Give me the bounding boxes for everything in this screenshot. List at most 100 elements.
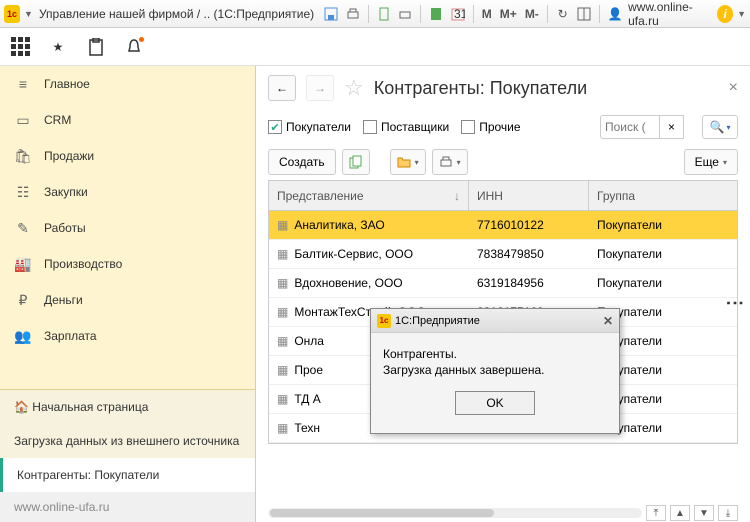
calendar-icon[interactable]: 31 bbox=[449, 4, 467, 24]
sidebar-item[interactable]: 🏭 Производство bbox=[0, 246, 255, 282]
calc-icon[interactable] bbox=[427, 4, 445, 24]
footer-url: www.online-ufa.ru bbox=[0, 492, 255, 522]
app-menu-dropdown[interactable]: ▼ bbox=[24, 9, 33, 19]
scroll-down-icon[interactable]: ▼ bbox=[694, 505, 714, 521]
back-button[interactable]: ← bbox=[268, 75, 296, 101]
filter-checkbox[interactable]: Прочие bbox=[461, 120, 520, 134]
folder-button[interactable]: ▾ bbox=[390, 149, 426, 175]
filter-checkbox[interactable]: ✔ Покупатели bbox=[268, 120, 351, 134]
nav-label: Производство bbox=[44, 257, 122, 271]
modal-ok-button[interactable]: OK bbox=[455, 391, 535, 415]
star-icon[interactable]: ★ bbox=[46, 35, 70, 59]
filter-label: Поставщики bbox=[381, 120, 449, 134]
memory-m[interactable]: M bbox=[480, 7, 494, 21]
nav-label: Деньги bbox=[44, 293, 83, 307]
nav-icon: ₽ bbox=[14, 292, 32, 309]
doc-icon[interactable] bbox=[375, 4, 393, 24]
sidebar: ≡ Главное ▭CRM🛍Продажи☷Закупки✎Работы 🏭 Прои… bbox=[0, 66, 256, 522]
app-logo-icon: 1c bbox=[4, 5, 20, 23]
print-button[interactable]: ▾ bbox=[432, 149, 468, 175]
row-name: Балтик-Сервис, ООО bbox=[294, 247, 413, 261]
col-group[interactable]: Группа bbox=[589, 181, 737, 210]
print2-icon[interactable] bbox=[397, 4, 415, 24]
sidebar-item[interactable]: ✎Работы bbox=[0, 210, 255, 246]
modal-text-2: Загрузка данных завершена. bbox=[383, 363, 607, 377]
copy-button[interactable] bbox=[342, 149, 370, 175]
table-row[interactable]: ▦Аналитика, ЗАО7716010122Покупатели bbox=[269, 211, 737, 240]
row-group: Покупатели bbox=[589, 276, 737, 290]
nav-icon: ≡ bbox=[14, 76, 32, 92]
checkbox-icon bbox=[363, 120, 377, 134]
row-icon: ▦ bbox=[277, 276, 288, 290]
forward-button[interactable]: → bbox=[306, 75, 334, 101]
row-icon: ▦ bbox=[277, 334, 288, 348]
create-button[interactable]: Создать bbox=[268, 149, 336, 175]
search-button[interactable]: 🔍 ▾ bbox=[702, 115, 738, 139]
apps-icon[interactable] bbox=[8, 35, 32, 59]
sidebar-item[interactable]: 👥Зарплата bbox=[0, 318, 255, 354]
nav-icon: ▭ bbox=[14, 112, 32, 129]
row-name: Аналитика, ЗАО bbox=[294, 218, 384, 232]
scroll-top-icon[interactable]: ⤒ bbox=[646, 505, 666, 521]
table-row[interactable]: ▦Балтик-Сервис, ООО7838479850Покупатели bbox=[269, 240, 737, 269]
nav-icon: ✎ bbox=[14, 220, 32, 237]
search-clear-button[interactable]: × bbox=[660, 115, 684, 139]
bottom-nav-item[interactable]: 🏠 Начальная страница bbox=[0, 390, 255, 424]
bottom-nav-item[interactable]: Загрузка данных из внешнего источника bbox=[0, 424, 255, 458]
refresh-icon[interactable]: ↻ bbox=[554, 4, 572, 24]
filter-label: Прочие bbox=[479, 120, 520, 134]
filter-label: Покупатели bbox=[286, 120, 351, 134]
modal-text-1: Контрагенты. bbox=[383, 347, 607, 361]
row-inn: 6319184956 bbox=[469, 276, 589, 290]
bell-icon[interactable] bbox=[122, 35, 146, 59]
user-icon[interactable]: 👤 bbox=[606, 4, 624, 24]
side-menu-icon[interactable]: ⋮ bbox=[724, 294, 746, 312]
sidebar-item[interactable]: ☷Закупки bbox=[0, 174, 255, 210]
filter-checkbox[interactable]: Поставщики bbox=[363, 120, 449, 134]
user-url: www.online-ufa.ru bbox=[628, 0, 713, 28]
window-title: Управление нашей фирмой / .. (1С:Предпри… bbox=[39, 7, 314, 21]
scrollbar[interactable]: ⤒ ▲ ▼ ⤓ bbox=[256, 504, 750, 522]
panel-icon[interactable] bbox=[576, 4, 594, 24]
scroll-bottom-icon[interactable]: ⤓ bbox=[718, 505, 738, 521]
clipboard-icon[interactable] bbox=[84, 35, 108, 59]
sidebar-item[interactable]: 🛍Продажи bbox=[0, 138, 255, 174]
print-icon[interactable] bbox=[344, 4, 362, 24]
info-dropdown[interactable]: ▼ bbox=[737, 9, 746, 19]
bottom-nav-item[interactable]: Контрагенты: Покупатели bbox=[0, 458, 255, 492]
favorite-icon[interactable]: ☆ bbox=[344, 75, 364, 101]
nav-icon: 🛍 bbox=[14, 148, 32, 165]
sidebar-item[interactable]: ▭CRM bbox=[0, 102, 255, 138]
memory-mminus[interactable]: M- bbox=[523, 7, 541, 21]
nav-label: Главное bbox=[44, 77, 90, 91]
main: ← → ☆ Контрагенты: Покупатели × ✔ Покупат… bbox=[256, 66, 750, 522]
sidebar-item[interactable]: ₽ Деньги bbox=[0, 282, 255, 318]
col-name[interactable]: Представление↓ bbox=[269, 181, 469, 210]
row-name: Вдохновение, ООО bbox=[294, 276, 402, 290]
modal-close-icon[interactable]: ✕ bbox=[603, 314, 613, 328]
row-inn: 7716010122 bbox=[469, 218, 589, 232]
more-button[interactable]: Еще▾ bbox=[684, 149, 738, 175]
row-icon: ▦ bbox=[277, 363, 288, 377]
info-icon[interactable]: i bbox=[717, 5, 733, 23]
memory-mplus[interactable]: M+ bbox=[498, 7, 519, 21]
scroll-up-icon[interactable]: ▲ bbox=[670, 505, 690, 521]
svg-text:31: 31 bbox=[454, 7, 465, 21]
checkbox-icon: ✔ bbox=[268, 120, 282, 134]
table-row[interactable]: ▦ Вдохновение, ООО 6319184956Покупатели bbox=[269, 269, 737, 298]
row-name: ТД А bbox=[294, 392, 320, 406]
save-icon[interactable] bbox=[322, 4, 340, 24]
nav-icon: 👥 bbox=[14, 328, 32, 345]
close-icon[interactable]: × bbox=[729, 79, 738, 97]
search-input[interactable] bbox=[600, 115, 660, 139]
nav-label: Закупки bbox=[44, 185, 88, 199]
home-icon: 🏠 bbox=[14, 400, 32, 414]
row-icon: ▦ bbox=[277, 247, 288, 261]
row-icon: ▦ bbox=[277, 305, 288, 319]
nav-icon: 🏭 bbox=[14, 256, 32, 273]
col-inn[interactable]: ИНН bbox=[469, 181, 589, 210]
iconbar: ★ bbox=[0, 28, 750, 66]
page-title: Контрагенты: Покупатели bbox=[374, 78, 587, 99]
sidebar-item[interactable]: ≡ Главное bbox=[0, 66, 255, 102]
row-icon: ▦ bbox=[277, 218, 288, 232]
